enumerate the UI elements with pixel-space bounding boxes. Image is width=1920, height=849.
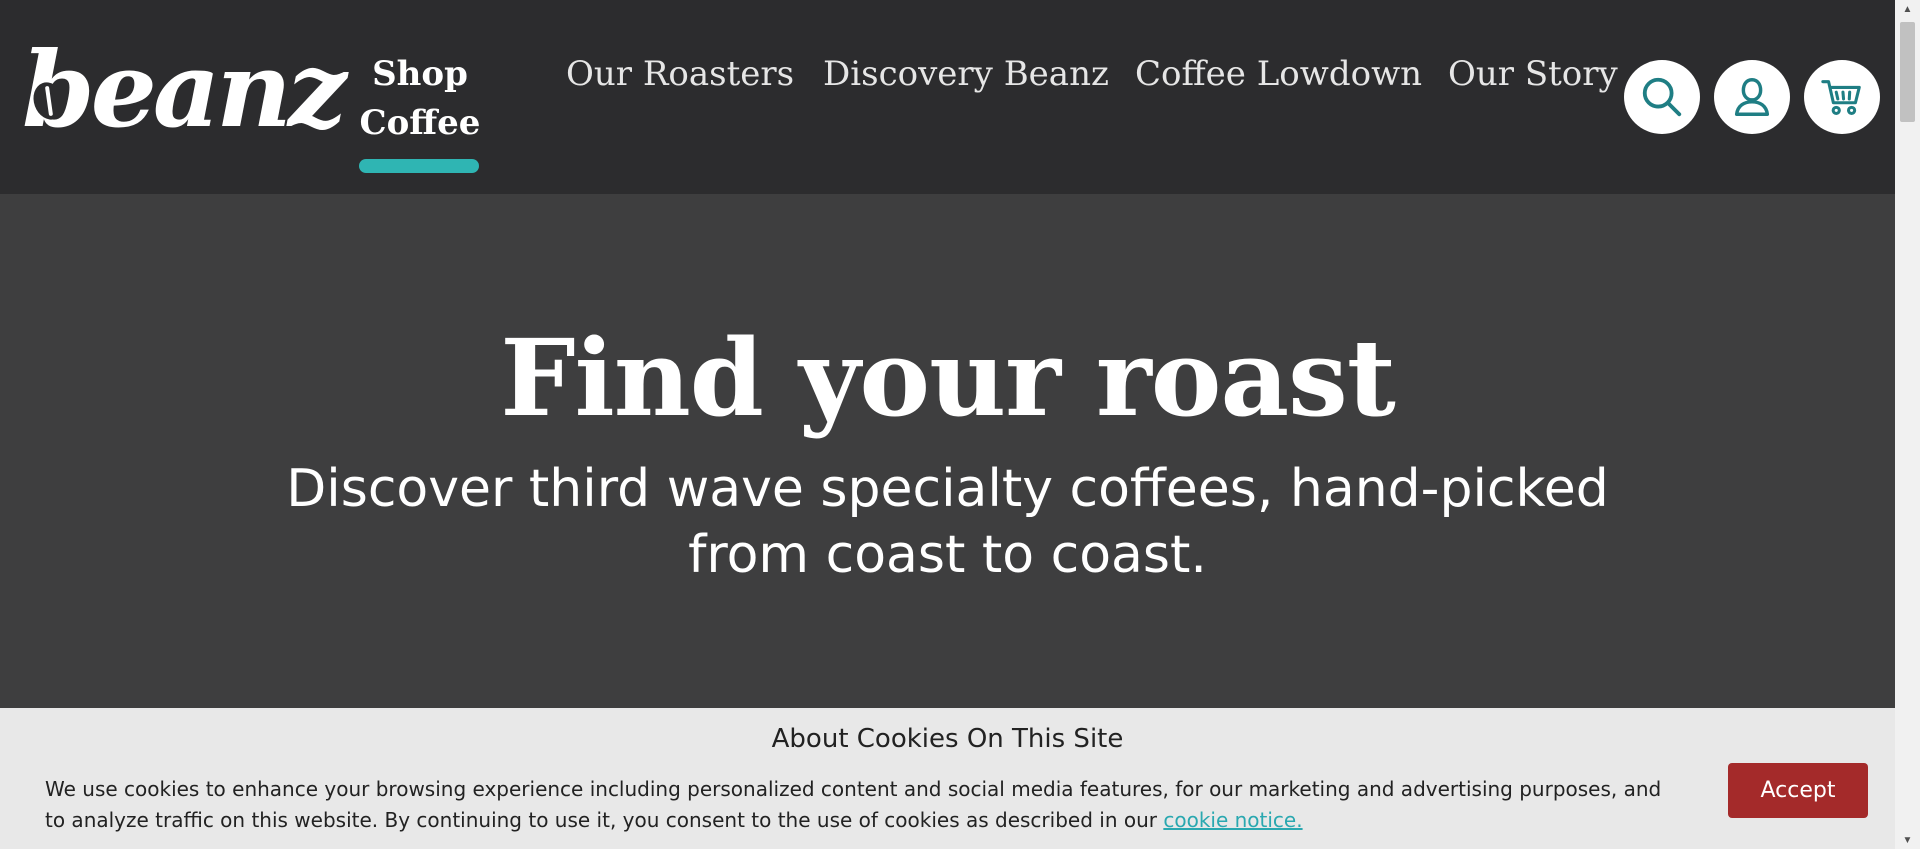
scroll-down-arrow-icon[interactable]: ▼ <box>1895 831 1920 849</box>
cookie-banner-title: About Cookies On This Site <box>771 724 1124 754</box>
accept-cookies-button[interactable]: Accept <box>1728 763 1868 818</box>
nav-item-coffee-lowdown[interactable]: Coffee Lowdown <box>1135 57 1422 91</box>
nav-item-our-roasters[interactable]: Our Roasters <box>566 57 794 91</box>
nav-item-our-story[interactable]: Our Story <box>1448 57 1618 91</box>
nav-item-discovery-beanz[interactable]: Discovery Beanz <box>823 57 1109 91</box>
hero-title: Find your roast <box>500 315 1396 440</box>
cart-icon <box>1821 80 1861 116</box>
account-button[interactable] <box>1714 60 1790 134</box>
nav-active-indicator <box>359 159 479 173</box>
vertical-scrollbar[interactable]: ▲ ▼ <box>1895 0 1920 849</box>
cookie-banner-text: We use cookies to enhance your browsing … <box>45 774 1685 836</box>
scroll-thumb[interactable] <box>1900 22 1915 122</box>
nav-item-shop-coffee[interactable]: Shop Coffee <box>348 50 492 148</box>
cookie-banner-body: We use cookies to enhance your browsing … <box>45 777 1662 832</box>
cookie-notice-link[interactable]: cookie notice. <box>1163 808 1302 832</box>
user-icon <box>1734 78 1770 116</box>
cookie-banner: About Cookies On This Site We use cookie… <box>0 708 1895 849</box>
site-header: beanz Shop Coffee Our Roasters Discovery… <box>0 0 1895 194</box>
hero-subtitle: Discover third wave specialty coffees, h… <box>286 459 1609 585</box>
brand-logo[interactable]: beanz <box>22 38 347 142</box>
cart-button[interactable] <box>1804 60 1880 134</box>
search-button[interactable] <box>1624 60 1700 134</box>
search-icon <box>1642 77 1682 117</box>
scroll-up-arrow-icon[interactable]: ▲ <box>1895 0 1920 18</box>
page: beanz Shop Coffee Our Roasters Discovery… <box>0 0 1895 849</box>
